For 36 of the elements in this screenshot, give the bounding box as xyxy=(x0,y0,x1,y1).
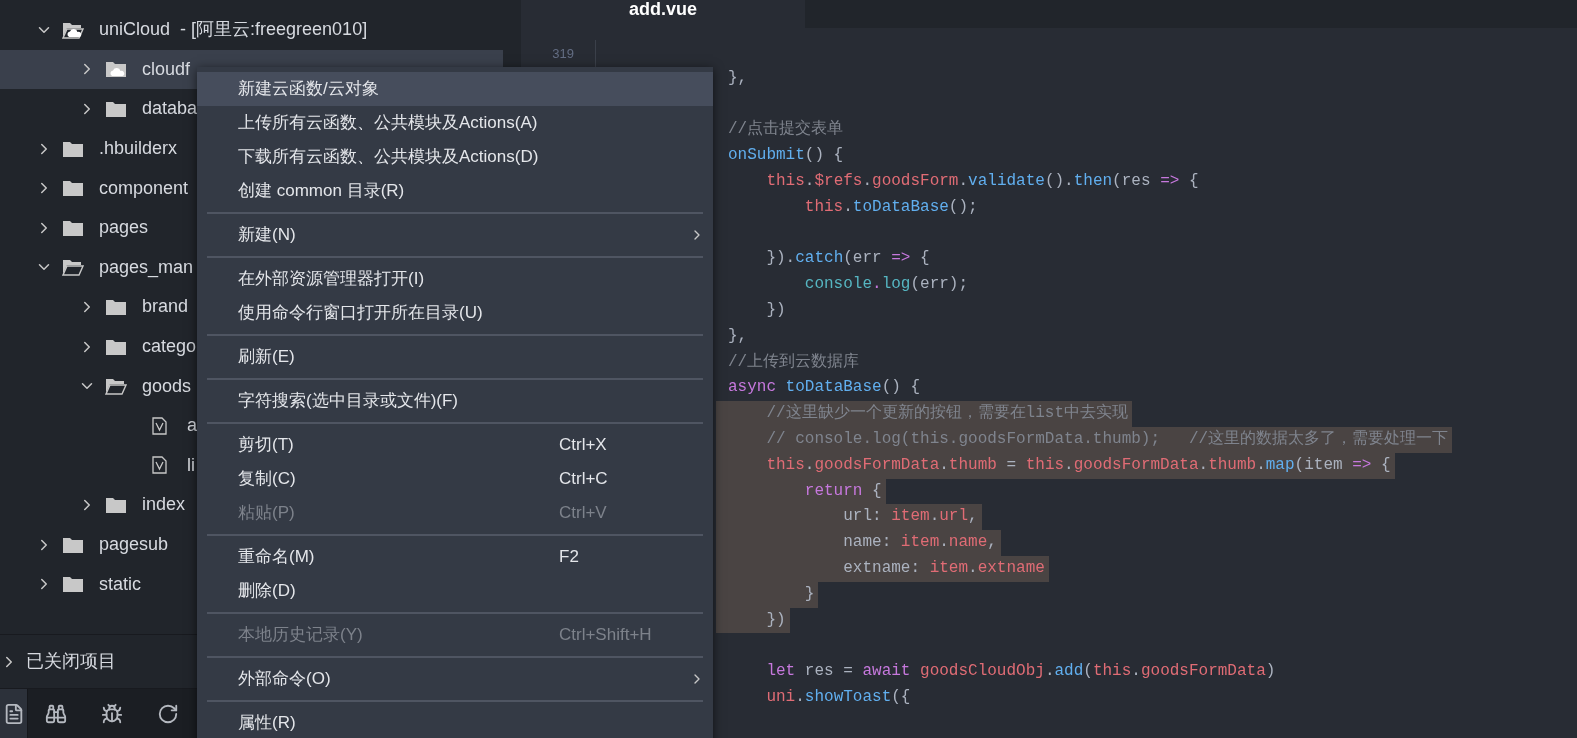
shortcut-label: Ctrl+C xyxy=(559,468,608,491)
closed-projects-label: 已关闭项目 xyxy=(26,650,116,673)
tree-item-label: brand xyxy=(142,295,189,319)
code-line: }, xyxy=(727,67,749,89)
code-line: let res = await goodsCloudObj.add(this.goodsFormData) xyxy=(765,661,1277,683)
code-line: }) xyxy=(765,299,787,321)
tree-item-label: goods xyxy=(142,374,192,398)
tree-item-label: component xyxy=(99,176,189,200)
tree-item-label: cloudf xyxy=(142,57,191,81)
tree-item-label: pages_man xyxy=(99,255,194,280)
tree-item-label: static xyxy=(99,572,141,596)
tree-item-label: pagesub xyxy=(99,533,169,556)
code-line: //上传到云数据库 xyxy=(727,351,861,373)
code-line: async toDataBase() { xyxy=(727,377,922,399)
code-line: this.toDataBase(); xyxy=(803,196,979,218)
code-line: onSubmit() { xyxy=(727,145,845,167)
shortcut-label: Ctrl+X xyxy=(559,434,607,457)
tree-item-label: uniCloud xyxy=(99,18,171,42)
shortcut-label: F2 xyxy=(559,546,579,569)
tree-item-label: pages xyxy=(99,216,149,240)
tree-item-label: index xyxy=(142,493,186,517)
tree-item-label: catego xyxy=(142,335,197,359)
tree-item-label: databa xyxy=(142,97,198,121)
tree-item-label: .hbuilderx xyxy=(99,137,178,161)
code-line: this.$refs.goodsForm.validate().then(res => { xyxy=(765,171,1200,192)
code-line: }, xyxy=(727,325,749,347)
code-line: uni.showToast({ xyxy=(765,686,912,708)
line-number: 319 xyxy=(552,45,574,61)
tree-item-label: li xyxy=(187,453,195,477)
tree-item-label: a xyxy=(187,414,197,438)
code-line: //点击提交表单 xyxy=(727,118,845,141)
tree-item-detail: - [阿里云:freegreen010] xyxy=(180,18,368,42)
code-line: console.log(err); xyxy=(803,274,970,296)
shortcut-label: Ctrl+Shift+H xyxy=(559,624,652,647)
shortcut-label: Ctrl+V xyxy=(559,502,607,525)
code-line: }).catch(err => { xyxy=(765,248,931,270)
